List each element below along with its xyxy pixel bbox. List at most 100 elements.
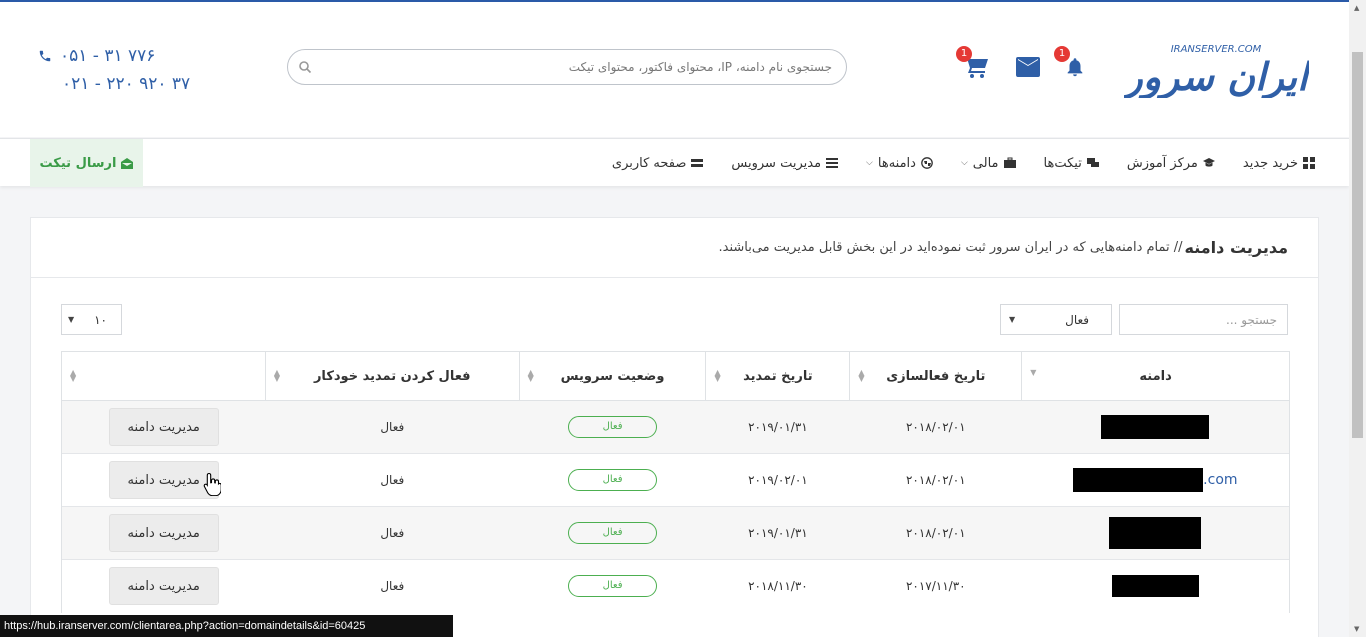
chevron-down-icon: ⌵ [960,158,968,168]
notification-badge: 1 [1054,46,1070,62]
renewal-date: ۲۰۱۹/۰۲/۰۱ [705,453,850,507]
col-autorenew-label: فعال کردن تمدید خودکار [313,368,471,384]
col-domain[interactable]: دامنه ▼ [1021,351,1290,401]
nav-label-learning: مرکز آموزش [1126,155,1198,171]
header-search-input[interactable] [312,50,832,84]
envelope-icon [1016,57,1040,77]
manage-domain-button[interactable]: مدیریت دامنه [108,408,219,446]
status-badge: فعال [568,575,658,598]
page-title: مدیریت دامنه [1184,238,1288,257]
dashboard-icon [691,159,704,167]
notifications-button[interactable]: 1 [1054,46,1090,82]
scroll-down-icon[interactable]: ▼ [1354,625,1359,633]
autorenew-status: فعال [265,506,520,560]
site-header: IRANSERVER.COM ایران سرور 1 1 ۰۵۱ - ۳۱ ۷… [0,2,1349,137]
sort-icon: ▲ ▼ [273,368,281,383]
iranserver-logo[interactable]: IRANSERVER.COM ایران سرور [1119,38,1312,100]
redacted-domain [1073,468,1204,492]
caret-down-icon: ▼ [1009,315,1016,324]
caret-down-icon: ▼ [68,315,75,324]
table-search [1119,304,1288,335]
nav-label-finance: مالی [972,155,999,171]
activation-date: ۲۰۱۷/۱۱/۳۰ [849,559,1022,613]
domain-suffix: .com [1203,472,1238,488]
nav-label-dashboard: صفحه کاربری [611,155,687,171]
search-icon[interactable] [298,60,312,74]
globe-icon [921,157,933,169]
phone-icon [39,50,51,62]
cart-button[interactable]: 1 [956,46,992,82]
status-cell: فعال [519,453,706,507]
phone-row-1: ۰۵۱ - ۳۱ ۷۷۶ [38,42,190,70]
col-status-label: وضعیت سرویس [560,368,665,384]
nav-item-learning[interactable]: مرکز آموزش [1127,156,1215,171]
domain-cell[interactable] [1021,559,1290,613]
envelope-open-icon [121,157,134,169]
chat-icon [1086,158,1099,167]
scroll-up-icon[interactable]: ▲ [1354,4,1359,12]
table-row: .com ۲۰۱۸/۰۲/۰۱ ۲۰۱۹/۰۲/۰۱ فعال فعال مدی… [61,453,1290,507]
status-cell: فعال [519,400,706,454]
col-domain-label: دامنه [1139,368,1172,384]
table-search-input[interactable] [1120,305,1287,334]
status-badge: فعال [568,469,658,491]
domains-panel: مدیریت دامنه // تمام دامنه‌هایی که در ای… [30,217,1319,637]
table-row: ۲۰۱۷/۱۱/۳۰ ۲۰۱۸/۱۱/۳۰ فعال فعال مدیریت د… [61,559,1290,613]
col-status[interactable]: وضعیت سرویس ▲ ▼ [518,351,707,401]
phone-number-1[interactable]: ۰۵۱ - ۳۱ ۷۷۶ [60,42,155,70]
actions-cell: مدیریت دامنه [61,453,266,507]
page-subtitle: // تمام دامنه‌هایی که در ایران سرور ثبت … [718,240,1183,255]
activation-date: ۲۰۱۸/۰۲/۰۱ [849,400,1022,454]
send-ticket-label: ارسال تیکت [39,155,117,171]
renewal-date: ۲۰۱۹/۰۱/۳۱ [705,400,850,454]
phone-number-2[interactable]: ۰۲۱ - ۲۲۰ ۹۲۰ ۳۷ [62,70,190,98]
redacted-domain [1111,575,1199,598]
col-renewal[interactable]: تاریخ تمدید ▲ ▼ [705,351,851,401]
autorenew-status: فعال [265,453,520,507]
domains-table: دامنه ▼ تاریخ فعالسازی ▲ ▼ تاریخ تمدید ▲ ▼ وض… [61,351,1290,613]
chevron-down-icon: ⌵ [866,158,873,168]
nav-label-tickets: تیکت‌ها [1043,155,1082,171]
page-length-select[interactable]: ▼ ۱۰ [61,304,122,335]
domain-cell[interactable] [1021,400,1290,454]
col-actions[interactable]: ▲ ▼ [61,351,266,401]
manage-domain-button[interactable]: مدیریت دامنه [108,567,219,606]
messages-button[interactable] [1013,52,1043,82]
nav-items: صفحه کاربری مدیریت سرویس دامنه‌ها ⌵ مالی… [612,139,1315,187]
nav-item-tickets[interactable]: تیکت‌ها [1044,156,1099,171]
status-badge: فعال [568,416,658,438]
sort-icon: ▲ ▼ [527,368,534,383]
nav-item-dashboard[interactable]: صفحه کاربری [612,156,704,171]
logo-graphic: IRANSERVER.COM ایران سرور [1119,44,1312,100]
send-ticket-button[interactable]: ارسال تیکت [30,139,143,187]
page-scrollbar[interactable]: ▲ ▼ [1349,0,1366,637]
autorenew-status: فعال [265,400,520,454]
sort-icon: ▲ ▼ [858,368,865,383]
logo-subtext: IRANSERVER.COM [1171,44,1262,55]
table-header-row: دامنه ▼ تاریخ فعالسازی ▲ ▼ تاریخ تمدید ▲ ▼ وض… [61,351,1290,401]
activation-date: ۲۰۱۸/۰۲/۰۱ [849,506,1022,560]
manage-domain-button[interactable]: مدیریت دامنه [108,514,219,552]
renewal-date: ۲۰۱۹/۰۱/۳۱ [705,506,850,560]
status-badge: فعال [568,522,658,544]
actions-cell: مدیریت دامنه [61,506,266,560]
col-autorenew[interactable]: فعال کردن تمدید خودکار ▲ ▼ [264,351,520,401]
nav-item-domains[interactable]: دامنه‌ها ⌵ [866,156,933,171]
nav-item-new-order[interactable]: خرید جدید [1243,156,1315,171]
status-cell: فعال [519,506,706,560]
status-filter-select[interactable]: فعال ▼ [1000,304,1112,335]
briefcase-icon [1003,157,1016,168]
hand-cursor-icon [203,472,221,496]
nav-item-finance[interactable]: مالی ⌵ [961,156,1016,171]
actions-cell: مدیریت دامنه [61,559,266,613]
domain-cell[interactable] [1021,506,1290,560]
contact-phones: ۰۵۱ - ۳۱ ۷۷۶ ۰۲۱ - ۲۲۰ ۹۲۰ ۳۷ [38,42,190,98]
table-row: ۲۰۱۸/۰۲/۰۱ ۲۰۱۹/۰۱/۳۱ فعال فعال مدیریت د… [61,506,1290,560]
col-activation[interactable]: تاریخ فعالسازی ▲ ▼ [849,351,1023,401]
domain-cell[interactable]: .com [1021,453,1290,507]
nav-item-services[interactable]: مدیریت سرویس [731,156,839,171]
nav-label-new-order: خرید جدید [1242,155,1298,171]
phone-row-2: ۰۲۱ - ۲۲۰ ۹۲۰ ۳۷ [38,70,190,98]
scrollbar-thumb[interactable] [1352,52,1363,438]
status-cell: فعال [519,559,706,613]
